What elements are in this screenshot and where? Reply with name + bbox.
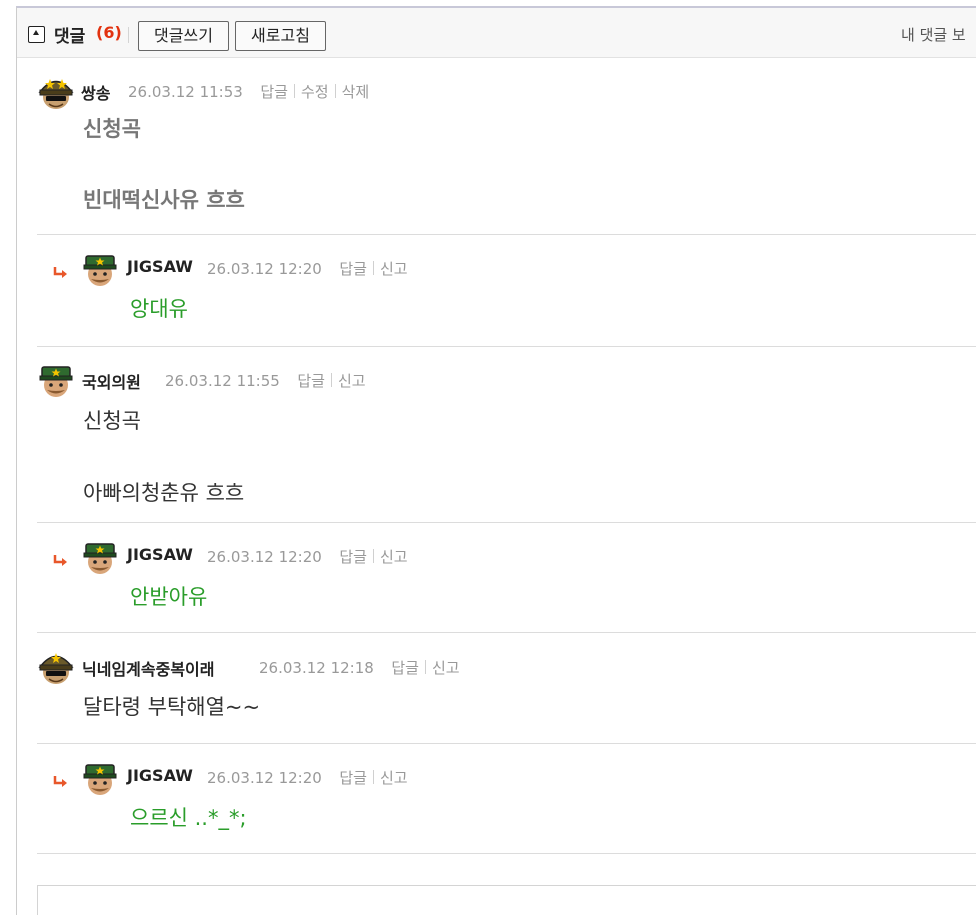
report-link[interactable]: 신고 bbox=[380, 260, 408, 278]
reply-link[interactable]: 답글 bbox=[339, 260, 367, 278]
comment-text-line: 신청곡 bbox=[83, 409, 141, 433]
soldier-avatar-gold-helmet-icon[interactable] bbox=[37, 648, 75, 686]
action-divider bbox=[334, 84, 336, 98]
reply-arrow-icon bbox=[53, 555, 67, 566]
comment-author[interactable]: JIGSAW bbox=[127, 766, 193, 785]
soldier-avatar-green-cap-icon[interactable] bbox=[81, 538, 119, 576]
reply-arrow-icon bbox=[53, 267, 67, 278]
comment-author[interactable]: 닉네임계속중복이래 bbox=[82, 656, 214, 680]
comment-meta: 26.03.12 12:20 답글 신고 bbox=[207, 767, 408, 788]
soldier-avatar-green-cap-icon[interactable] bbox=[81, 250, 119, 288]
action-divider bbox=[424, 660, 426, 674]
reply-link[interactable]: 답글 bbox=[339, 548, 367, 566]
reply-link[interactable]: 답글 bbox=[391, 659, 419, 677]
comment-date: 26.03.12 12:20 bbox=[207, 260, 322, 278]
report-link[interactable]: 신고 bbox=[432, 659, 460, 677]
comment-item: 국외의원 26.03.12 11:55 답글 신고 신청곡 아빠의청춘유 흐흐 bbox=[37, 348, 976, 523]
comment-author[interactable]: JIGSAW bbox=[127, 545, 193, 564]
comment-date: 26.03.12 12:20 bbox=[207, 769, 322, 787]
soldier-avatar-gold-helmet-icon[interactable] bbox=[37, 73, 75, 111]
comment-item: 닉네임계속중복이래 26.03.12 12:18 답글 신고 달타령 부탁해열~~ bbox=[37, 634, 976, 744]
write-comment-button[interactable]: 댓글쓰기 bbox=[138, 21, 229, 51]
action-divider bbox=[372, 770, 374, 784]
reply-item: JIGSAW 26.03.12 12:20 답글 신고 으르신 ..*_*; bbox=[37, 745, 976, 854]
comment-section: 댓글 (6) 댓글쓰기 새로고침 내 댓글 보 쌍송 26.03.12 11:5… bbox=[16, 6, 976, 915]
report-link[interactable]: 신고 bbox=[380, 769, 408, 787]
reply-link[interactable]: 답글 bbox=[339, 769, 367, 787]
reply-link[interactable]: 답글 bbox=[260, 83, 288, 101]
reply-item: JIGSAW 26.03.12 12:20 답글 신고 앙대유 bbox=[37, 236, 976, 347]
soldier-avatar-green-cap-icon[interactable] bbox=[81, 759, 119, 797]
comment-header-title: 댓글 bbox=[54, 27, 86, 47]
reply-item: JIGSAW 26.03.12 12:20 답글 신고 안받아유 bbox=[37, 524, 976, 633]
refresh-button[interactable]: 새로고침 bbox=[235, 21, 326, 51]
comment-meta: 26.03.12 11:55 답글 신고 bbox=[165, 370, 366, 391]
action-divider bbox=[330, 373, 332, 387]
comment-count: (6) bbox=[96, 23, 122, 42]
comment-text-line: 달타령 부탁해열~~ bbox=[83, 695, 261, 719]
action-divider bbox=[372, 261, 374, 275]
comment-meta: 26.03.12 12:20 답글 신고 bbox=[207, 258, 408, 279]
reply-text-line: 안받아유 bbox=[130, 585, 208, 609]
comment-meta: 26.03.12 12:20 답글 신고 bbox=[207, 546, 408, 567]
collapse-toggle-icon[interactable] bbox=[28, 26, 45, 43]
comment-meta: 26.03.12 12:18 답글 신고 bbox=[259, 657, 460, 678]
report-link[interactable]: 신고 bbox=[338, 372, 366, 390]
comment-text-line: 빈대떡신사유 흐흐 bbox=[83, 188, 245, 212]
reply-text-line: 으르신 ..*_*; bbox=[130, 806, 247, 830]
comment-editor-box[interactable] bbox=[37, 885, 976, 915]
reply-arrow-icon bbox=[53, 776, 67, 787]
action-divider bbox=[293, 84, 295, 98]
comment-author[interactable]: 국외의원 bbox=[82, 369, 141, 393]
report-link[interactable]: 신고 bbox=[380, 548, 408, 566]
edit-link[interactable]: 수정 bbox=[301, 83, 329, 101]
comment-header: 댓글 (6) 댓글쓰기 새로고침 내 댓글 보 bbox=[17, 8, 976, 58]
comment-date: 26.03.12 11:53 bbox=[128, 83, 243, 101]
action-divider bbox=[372, 549, 374, 563]
my-comments-link[interactable]: 내 댓글 보 bbox=[901, 24, 966, 45]
comment-date: 26.03.12 12:18 bbox=[259, 659, 374, 677]
comment-item: 쌍송 26.03.12 11:53 답글 수정 삭제 신청곡 빈대떡신사유 흐흐 bbox=[37, 58, 976, 235]
header-divider bbox=[128, 27, 129, 43]
comment-date: 26.03.12 12:20 bbox=[207, 548, 322, 566]
reply-link[interactable]: 답글 bbox=[297, 372, 325, 390]
comment-meta: 26.03.12 11:53 답글 수정 삭제 bbox=[128, 81, 369, 102]
comment-author[interactable]: 쌍송 bbox=[81, 80, 110, 104]
reply-text-line: 앙대유 bbox=[130, 297, 188, 321]
comment-author[interactable]: JIGSAW bbox=[127, 257, 193, 276]
delete-link[interactable]: 삭제 bbox=[342, 83, 370, 101]
comment-text-line: 신청곡 bbox=[83, 117, 141, 141]
comment-date: 26.03.12 11:55 bbox=[165, 372, 280, 390]
comment-text-line: 아빠의청춘유 흐흐 bbox=[83, 481, 245, 505]
soldier-avatar-green-cap-icon[interactable] bbox=[37, 361, 75, 399]
